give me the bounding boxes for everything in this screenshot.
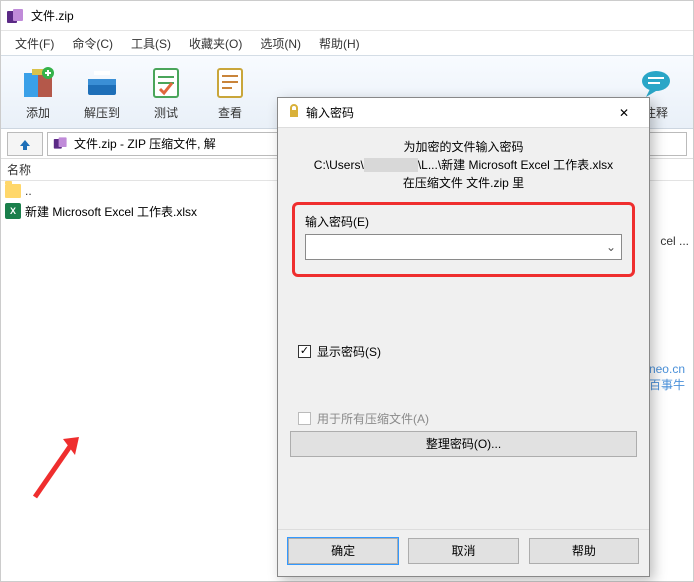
show-password-label: 显示密码(S) [317, 343, 381, 360]
menu-file[interactable]: 文件(F) [9, 33, 60, 54]
use-for-all-label: 用于所有压缩文件(A) [317, 410, 429, 427]
info-line-2: C:\Users\xxxxxxxxx\L...\新建 Microsoft Exc… [290, 156, 637, 174]
add-archive-icon [18, 64, 58, 102]
menu-options[interactable]: 选项(N) [254, 33, 307, 54]
highlight-box: 输入密码(E) ⌄ [292, 202, 635, 277]
ok-button[interactable]: 确定 [288, 538, 398, 564]
use-for-all-row: 用于所有压缩文件(A) [298, 410, 637, 427]
show-password-row[interactable]: ✓ 显示密码(S) [298, 343, 637, 360]
up-arrow-icon [16, 137, 34, 151]
view-icon [210, 64, 250, 102]
toolbar-add-button[interactable]: 添加 [7, 59, 69, 125]
column-name: 名称 [7, 161, 31, 178]
annotation-arrow-icon [29, 431, 89, 501]
file-name: 新建 Microsoft Excel 工作表.xlsx [25, 203, 197, 220]
toolbar-test-button[interactable]: 测试 [135, 59, 197, 125]
use-for-all-checkbox [298, 412, 311, 425]
help-button[interactable]: 帮助 [529, 538, 639, 564]
menu-bar: 文件(F) 命令(C) 工具(S) 收藏夹(O) 选项(N) 帮助(H) [1, 31, 693, 55]
password-dialog: 输入密码 ✕ 为加密的文件输入密码 C:\Users\xxxxxxxxx\L..… [277, 97, 650, 577]
toolbar-extract-label: 解压到 [84, 104, 120, 121]
toolbar-test-label: 测试 [154, 104, 178, 121]
winrar-app-icon [7, 9, 25, 23]
dialog-info-text: 为加密的文件输入密码 C:\Users\xxxxxxxxx\L...\新建 Mi… [290, 138, 637, 192]
password-input[interactable] [305, 234, 622, 260]
password-label: 输入密码(E) [305, 213, 622, 230]
dialog-titlebar: 输入密码 ✕ [278, 98, 649, 128]
up-directory-button[interactable] [7, 132, 43, 156]
close-icon: ✕ [619, 106, 629, 120]
updir-label: .. [25, 184, 32, 198]
chevron-down-icon: ⌄ [606, 240, 616, 254]
toolbar-view-button[interactable]: 查看 [199, 59, 261, 125]
menu-commands[interactable]: 命令(C) [66, 33, 119, 54]
show-password-checkbox[interactable]: ✓ [298, 345, 311, 358]
info-line-1: 为加密的文件输入密码 [290, 138, 637, 156]
toolbar-view-label: 查看 [218, 104, 242, 121]
menu-help[interactable]: 帮助(H) [313, 33, 366, 54]
toolbar-extract-button[interactable]: 解压到 [71, 59, 133, 125]
toolbar-add-label: 添加 [26, 104, 50, 121]
menu-favorites[interactable]: 收藏夹(O) [183, 33, 248, 54]
organize-passwords-button[interactable]: 整理密码(O)... [290, 431, 637, 457]
cancel-button[interactable]: 取消 [408, 538, 518, 564]
folder-icon [5, 184, 21, 198]
password-dropdown-button[interactable]: ⌄ [601, 235, 621, 259]
truncated-text-fragment: cel ... [660, 234, 689, 248]
extract-icon [82, 64, 122, 102]
dialog-close-button[interactable]: ✕ [607, 102, 641, 124]
info-line-3: 在压缩文件 文件.zip 里 [290, 174, 637, 192]
archive-icon [54, 137, 68, 148]
dialog-title-text: 输入密码 [306, 104, 607, 121]
dialog-footer: 确定 取消 帮助 [278, 529, 649, 576]
window-title: 文件.zip [31, 7, 74, 24]
dialog-body: 为加密的文件输入密码 C:\Users\xxxxxxxxx\L...\新建 Mi… [278, 128, 649, 465]
path-text: 文件.zip - ZIP 压缩文件, 解 [74, 135, 216, 152]
window-titlebar: 文件.zip [1, 1, 693, 31]
excel-file-icon: X [5, 203, 21, 219]
dialog-icon [286, 104, 300, 121]
test-icon [146, 64, 186, 102]
menu-tools[interactable]: 工具(S) [125, 33, 177, 54]
